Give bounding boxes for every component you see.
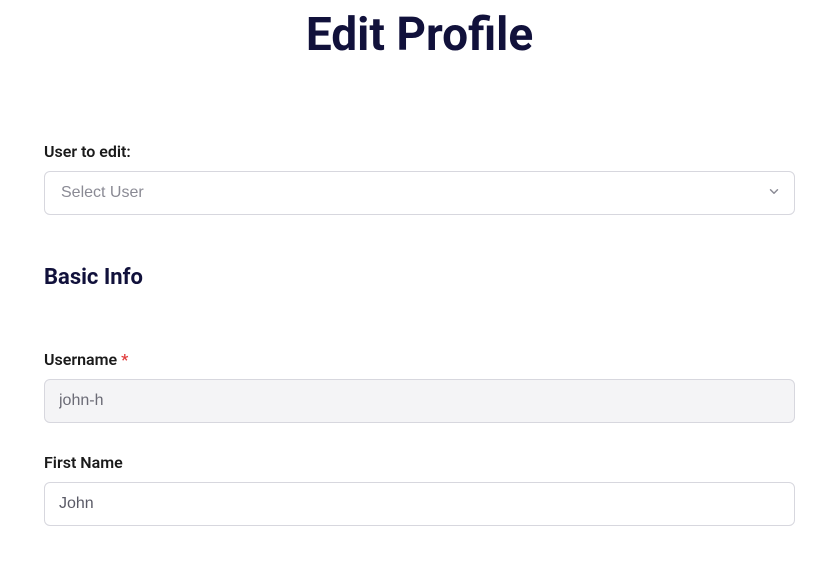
first-name-group: First Name bbox=[44, 453, 795, 526]
user-select-label: User to edit: bbox=[44, 142, 795, 161]
first-name-field[interactable] bbox=[44, 482, 795, 526]
username-label: Username * bbox=[44, 350, 795, 369]
basic-info-heading: Basic Info bbox=[44, 265, 795, 290]
username-field[interactable] bbox=[44, 379, 795, 423]
first-name-label: First Name bbox=[44, 453, 795, 472]
username-label-text: Username bbox=[44, 350, 117, 369]
page-title: Edit Profile bbox=[44, 8, 795, 62]
user-select-wrapper: Select User bbox=[44, 171, 795, 215]
user-select[interactable]: Select User bbox=[44, 171, 795, 215]
required-star-icon: * bbox=[121, 350, 128, 369]
user-select-value: Select User bbox=[61, 184, 144, 201]
username-group: Username * bbox=[44, 350, 795, 423]
